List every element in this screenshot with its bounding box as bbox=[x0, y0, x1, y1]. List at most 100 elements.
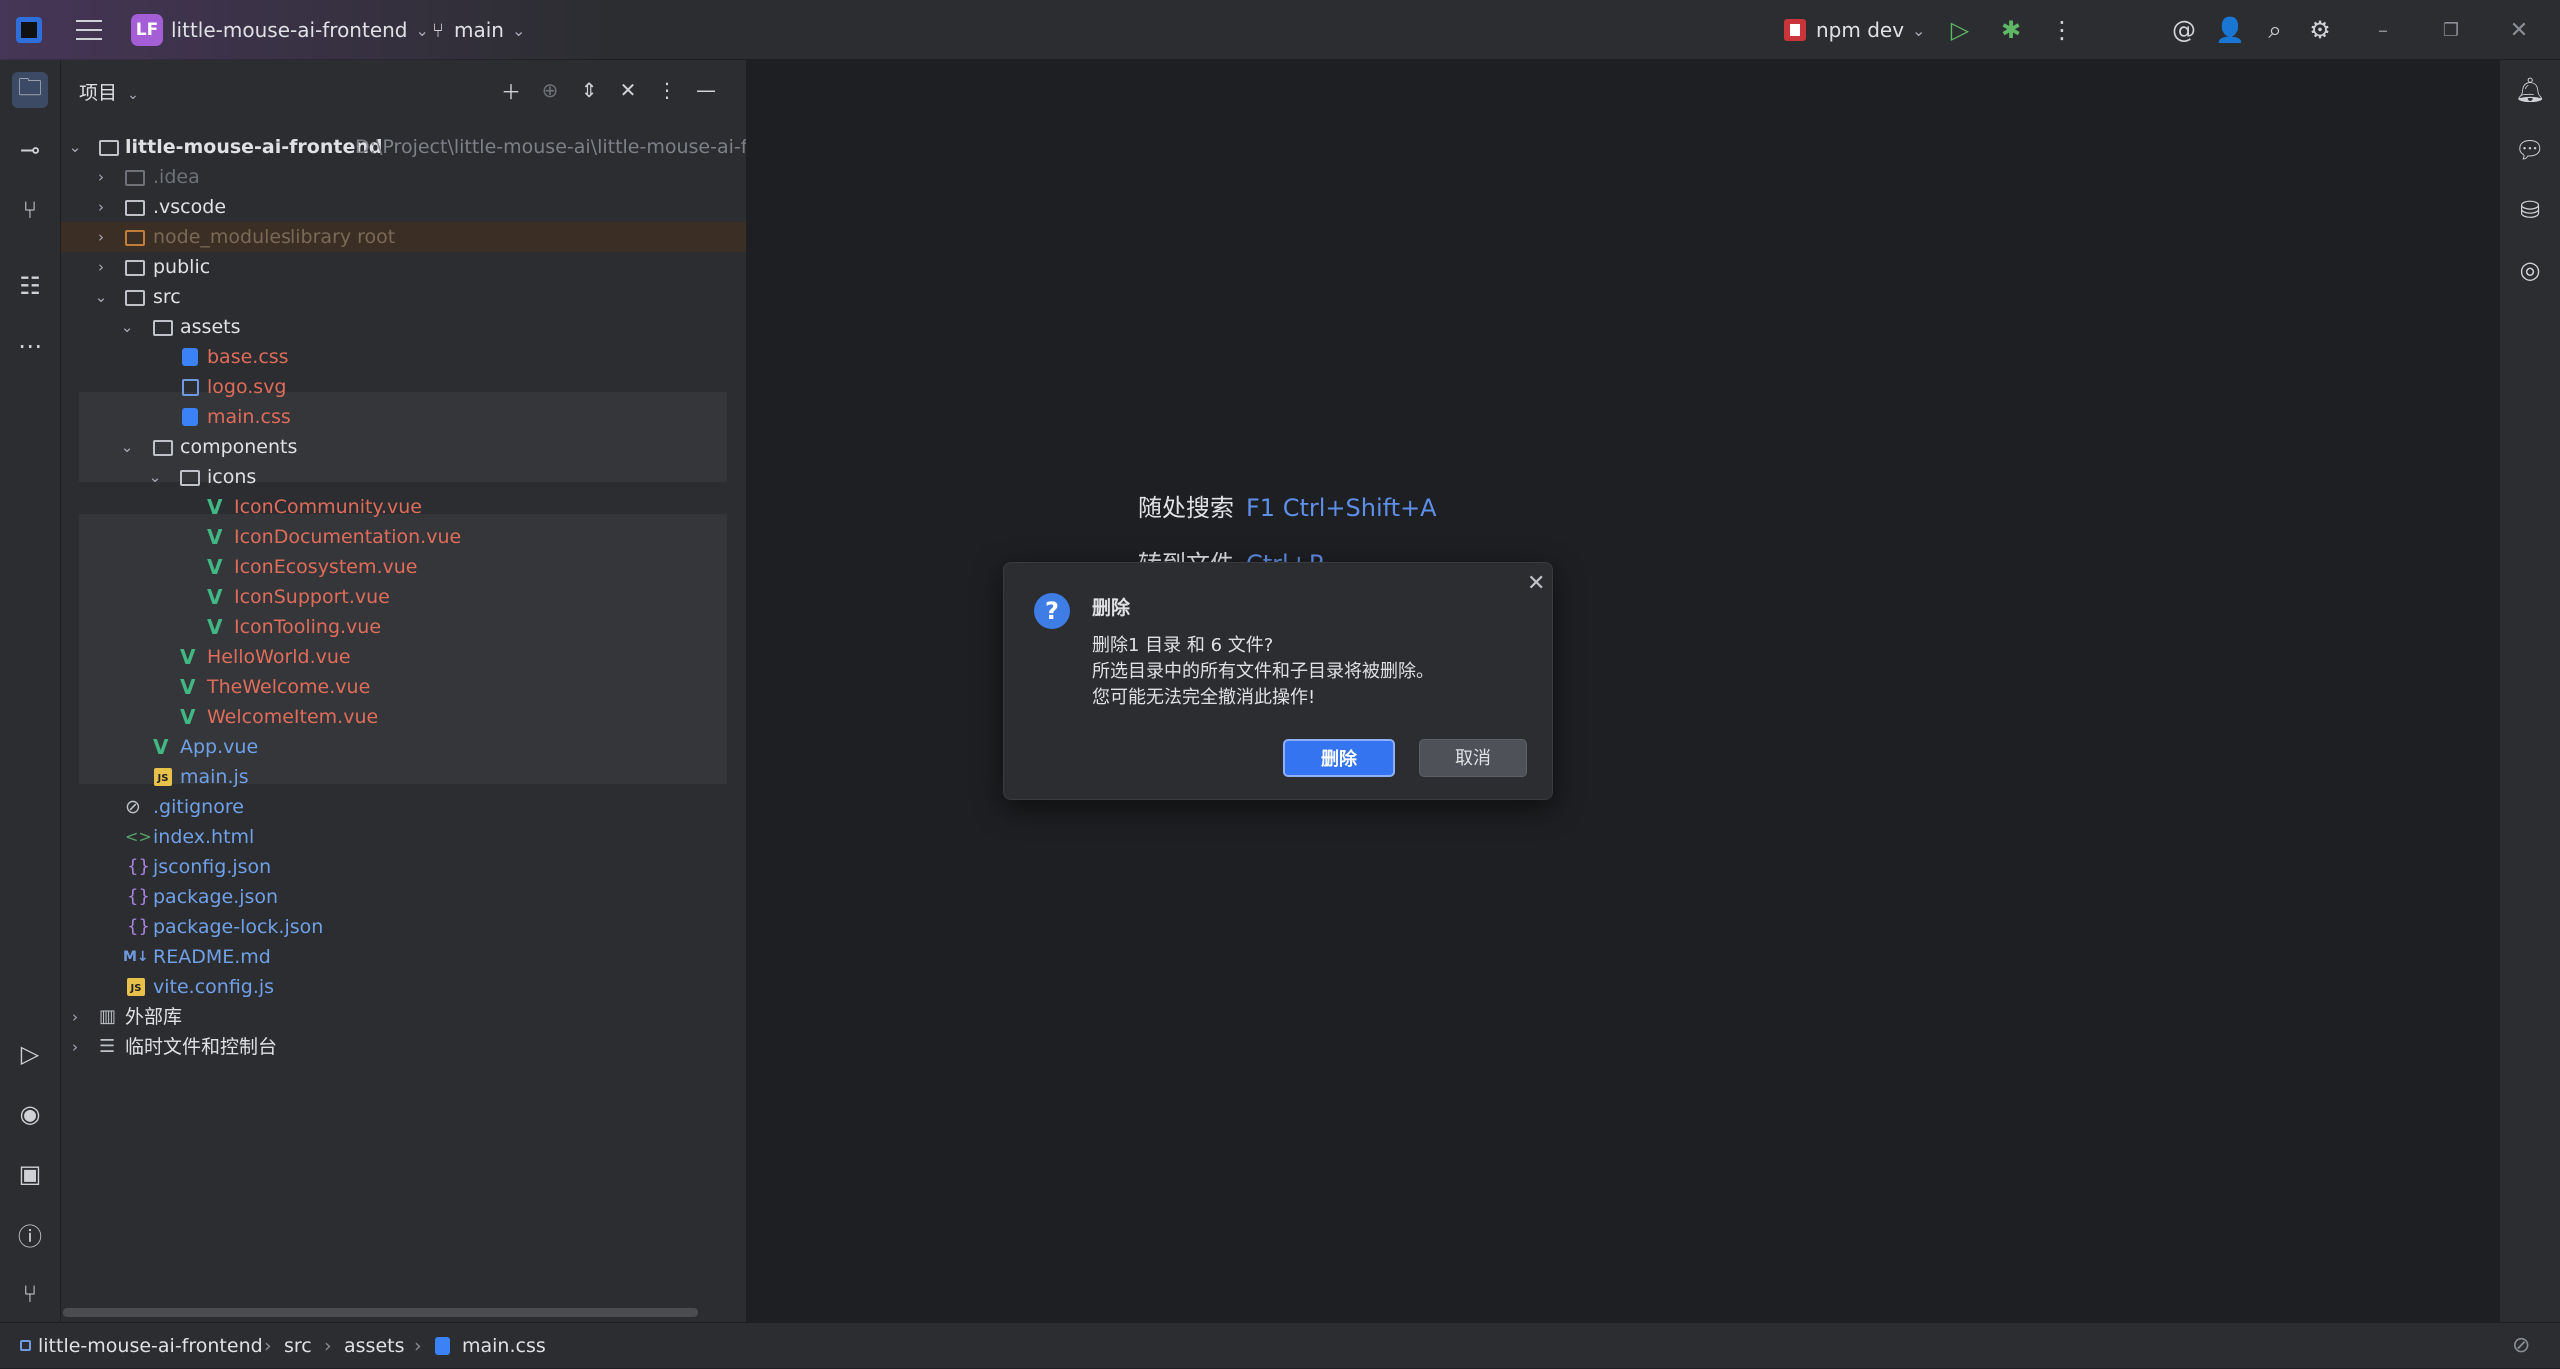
collapse-all-icon[interactable]: ✕ bbox=[614, 76, 642, 104]
terminal-icon[interactable]: ▣ bbox=[12, 1156, 48, 1192]
chevron-right-icon: › bbox=[72, 1008, 78, 1026]
folder-name: .idea bbox=[153, 166, 200, 188]
tree-row-index-html[interactable]: <> index.html bbox=[61, 822, 746, 852]
problems-icon[interactable]: ⓘ bbox=[12, 1216, 48, 1252]
ai-chat-icon[interactable]: 💬︎ bbox=[2512, 132, 2548, 168]
json-file-icon: {} bbox=[127, 856, 150, 877]
close-window-icon[interactable]: ✕ bbox=[2503, 14, 2535, 46]
project-badge[interactable]: LF bbox=[131, 14, 163, 46]
close-icon[interactable]: ✕ bbox=[1527, 571, 1545, 596]
js-file-icon: JS bbox=[154, 768, 172, 786]
question-icon: ? bbox=[1034, 593, 1070, 629]
tree-row-external-libs[interactable]: › ▥ 外部库 bbox=[61, 1002, 746, 1032]
breadcrumb-project[interactable]: little-mouse-ai-frontend bbox=[38, 1323, 263, 1369]
file-name: App.vue bbox=[180, 736, 259, 758]
folder-icon bbox=[153, 440, 173, 456]
panel-options-icon[interactable]: ⋮ bbox=[653, 76, 681, 104]
tree-row-root[interactable]: ⌄ little-mouse-ai-frontend D:\Project\li… bbox=[61, 132, 746, 162]
tree-row-icons[interactable]: ⌄ icons bbox=[61, 462, 746, 492]
tree-row-icon-support[interactable]: V IconSupport.vue bbox=[61, 582, 746, 612]
vue-file-icon: V bbox=[207, 615, 223, 639]
tree-row-the-welcome[interactable]: V TheWelcome.vue bbox=[61, 672, 746, 702]
new-file-icon[interactable]: ＋ bbox=[497, 76, 525, 104]
markdown-file-icon: M↓ bbox=[123, 949, 149, 965]
tree-row-package-lock[interactable]: {} package-lock.json bbox=[61, 912, 746, 942]
database-icon[interactable]: ⛁ bbox=[2512, 192, 2548, 228]
project-view-selector[interactable]: 项目 ⌄ bbox=[79, 78, 139, 105]
folder-icon bbox=[153, 320, 173, 336]
minimize-icon[interactable]: – bbox=[2367, 14, 2399, 46]
tree-row-gitignore[interactable]: ⊘ .gitignore bbox=[61, 792, 746, 822]
expand-all-icon[interactable]: ⇕ bbox=[575, 76, 603, 104]
webstorm-logo-icon[interactable] bbox=[16, 17, 42, 43]
more-tools-icon[interactable]: ⋯ bbox=[12, 328, 48, 364]
tree-row-scratches[interactable]: › ☰ 临时文件和控制台 bbox=[61, 1032, 746, 1062]
tree-row-logo-svg[interactable]: logo.svg bbox=[61, 372, 746, 402]
tree-row-icon-community[interactable]: V IconCommunity.vue bbox=[61, 492, 746, 522]
tree-row-hello-world[interactable]: V HelloWorld.vue bbox=[61, 642, 746, 672]
tree-row-components[interactable]: ⌄ components bbox=[61, 432, 746, 462]
tree-row-icon-ecosystem[interactable]: V IconEcosystem.vue bbox=[61, 552, 746, 582]
branch-switcher[interactable]: ⑂ main ⌄ bbox=[432, 0, 525, 60]
tree-row-readme[interactable]: M↓ README.md bbox=[61, 942, 746, 972]
structure-icon[interactable]: ☷ bbox=[12, 268, 48, 304]
css-file-icon bbox=[435, 1337, 450, 1355]
debug-icon[interactable]: ✱ bbox=[1995, 14, 2027, 46]
endpoints-icon[interactable]: ◎ bbox=[2512, 252, 2548, 288]
breadcrumb-main-css[interactable]: main.css bbox=[462, 1323, 546, 1369]
services-icon[interactable]: ◉ bbox=[12, 1096, 48, 1132]
breadcrumb-assets[interactable]: assets bbox=[344, 1323, 404, 1369]
tree-row-package-json[interactable]: {} package.json bbox=[61, 882, 746, 912]
hide-panel-icon[interactable]: — bbox=[692, 76, 720, 104]
tree-row-icon-documentation[interactable]: V IconDocumentation.vue bbox=[61, 522, 746, 552]
folder-name: icons bbox=[207, 466, 257, 488]
delete-button[interactable]: 删除 bbox=[1283, 739, 1395, 777]
git-icon[interactable]: ⑂ bbox=[12, 1276, 48, 1312]
css-file-icon bbox=[182, 348, 198, 366]
ai-assistant-icon[interactable]: @ bbox=[2168, 14, 2200, 46]
dialog-message-line: 所选目录中的所有文件和子目录将被删除。 bbox=[1092, 661, 1434, 682]
tree-row-welcome-item[interactable]: V WelcomeItem.vue bbox=[61, 702, 746, 732]
search-icon[interactable]: ⌕ bbox=[2259, 14, 2291, 46]
run-icon[interactable]: ▷ bbox=[1944, 14, 1976, 46]
chevron-down-icon: ⌄ bbox=[148, 468, 162, 486]
tree-row-base-css[interactable]: base.css bbox=[61, 342, 746, 372]
chevron-down-icon: ⌄ bbox=[511, 20, 526, 40]
add-user-icon[interactable]: 👤 bbox=[2214, 14, 2246, 46]
notifications-bell-icon[interactable]: 🔔︎ bbox=[2512, 72, 2548, 108]
breadcrumb-src[interactable]: src bbox=[284, 1323, 312, 1369]
tree-row-idea[interactable]: › .idea bbox=[61, 162, 746, 192]
locate-file-icon[interactable]: ⊕ bbox=[536, 76, 564, 104]
file-name: package.json bbox=[153, 886, 279, 908]
tree-row-main-css[interactable]: main.css bbox=[61, 402, 746, 432]
tree-row-vscode[interactable]: › .vscode bbox=[61, 192, 746, 222]
restore-icon[interactable]: ❐ bbox=[2435, 14, 2467, 46]
tree-row-main-js[interactable]: JS main.js bbox=[61, 762, 746, 792]
tree-row-public[interactable]: › public bbox=[61, 252, 746, 282]
main-menu-icon[interactable] bbox=[72, 14, 106, 46]
html-file-icon: <> bbox=[125, 827, 152, 846]
pull-requests-icon[interactable]: ⑂ bbox=[12, 192, 48, 228]
tree-row-assets[interactable]: ⌄ assets bbox=[61, 312, 746, 342]
file-name: HelloWorld.vue bbox=[207, 646, 351, 668]
tree-row-vite-config[interactable]: JS vite.config.js bbox=[61, 972, 746, 1002]
cancel-button[interactable]: 取消 bbox=[1419, 739, 1527, 777]
tree-row-jsconfig[interactable]: {} jsconfig.json bbox=[61, 852, 746, 882]
run-tool-icon[interactable]: ▷ bbox=[12, 1036, 48, 1072]
tree-row-app-vue[interactable]: V App.vue bbox=[61, 732, 746, 762]
file-name: README.md bbox=[153, 946, 271, 968]
settings-gear-icon[interactable]: ⚙ bbox=[2304, 14, 2336, 46]
title-bar: LF little-mouse-ai-frontend ⌄ ⑂ main ⌄ n… bbox=[0, 0, 2560, 60]
horizontal-scrollbar[interactable] bbox=[63, 1308, 698, 1317]
file-name: package-lock.json bbox=[153, 916, 324, 938]
commit-icon[interactable]: ⊸ bbox=[12, 132, 48, 168]
tree-row-src[interactable]: ⌄ src bbox=[61, 282, 746, 312]
project-tool-folder-icon[interactable]: 🗀 bbox=[12, 72, 48, 108]
tree-row-icon-tooling[interactable]: V IconTooling.vue bbox=[61, 612, 746, 642]
scratches-icon: ☰ bbox=[99, 1036, 116, 1057]
run-config-selector[interactable]: npm dev ⌄ bbox=[1784, 0, 1925, 60]
more-actions-icon[interactable]: ⋮ bbox=[2046, 14, 2078, 46]
tree-row-node-modules[interactable]: › node_modules library root bbox=[61, 222, 746, 252]
inspection-off-icon[interactable]: ⊘ bbox=[2512, 1333, 2530, 1358]
project-switcher[interactable]: little-mouse-ai-frontend ⌄ bbox=[171, 0, 429, 60]
